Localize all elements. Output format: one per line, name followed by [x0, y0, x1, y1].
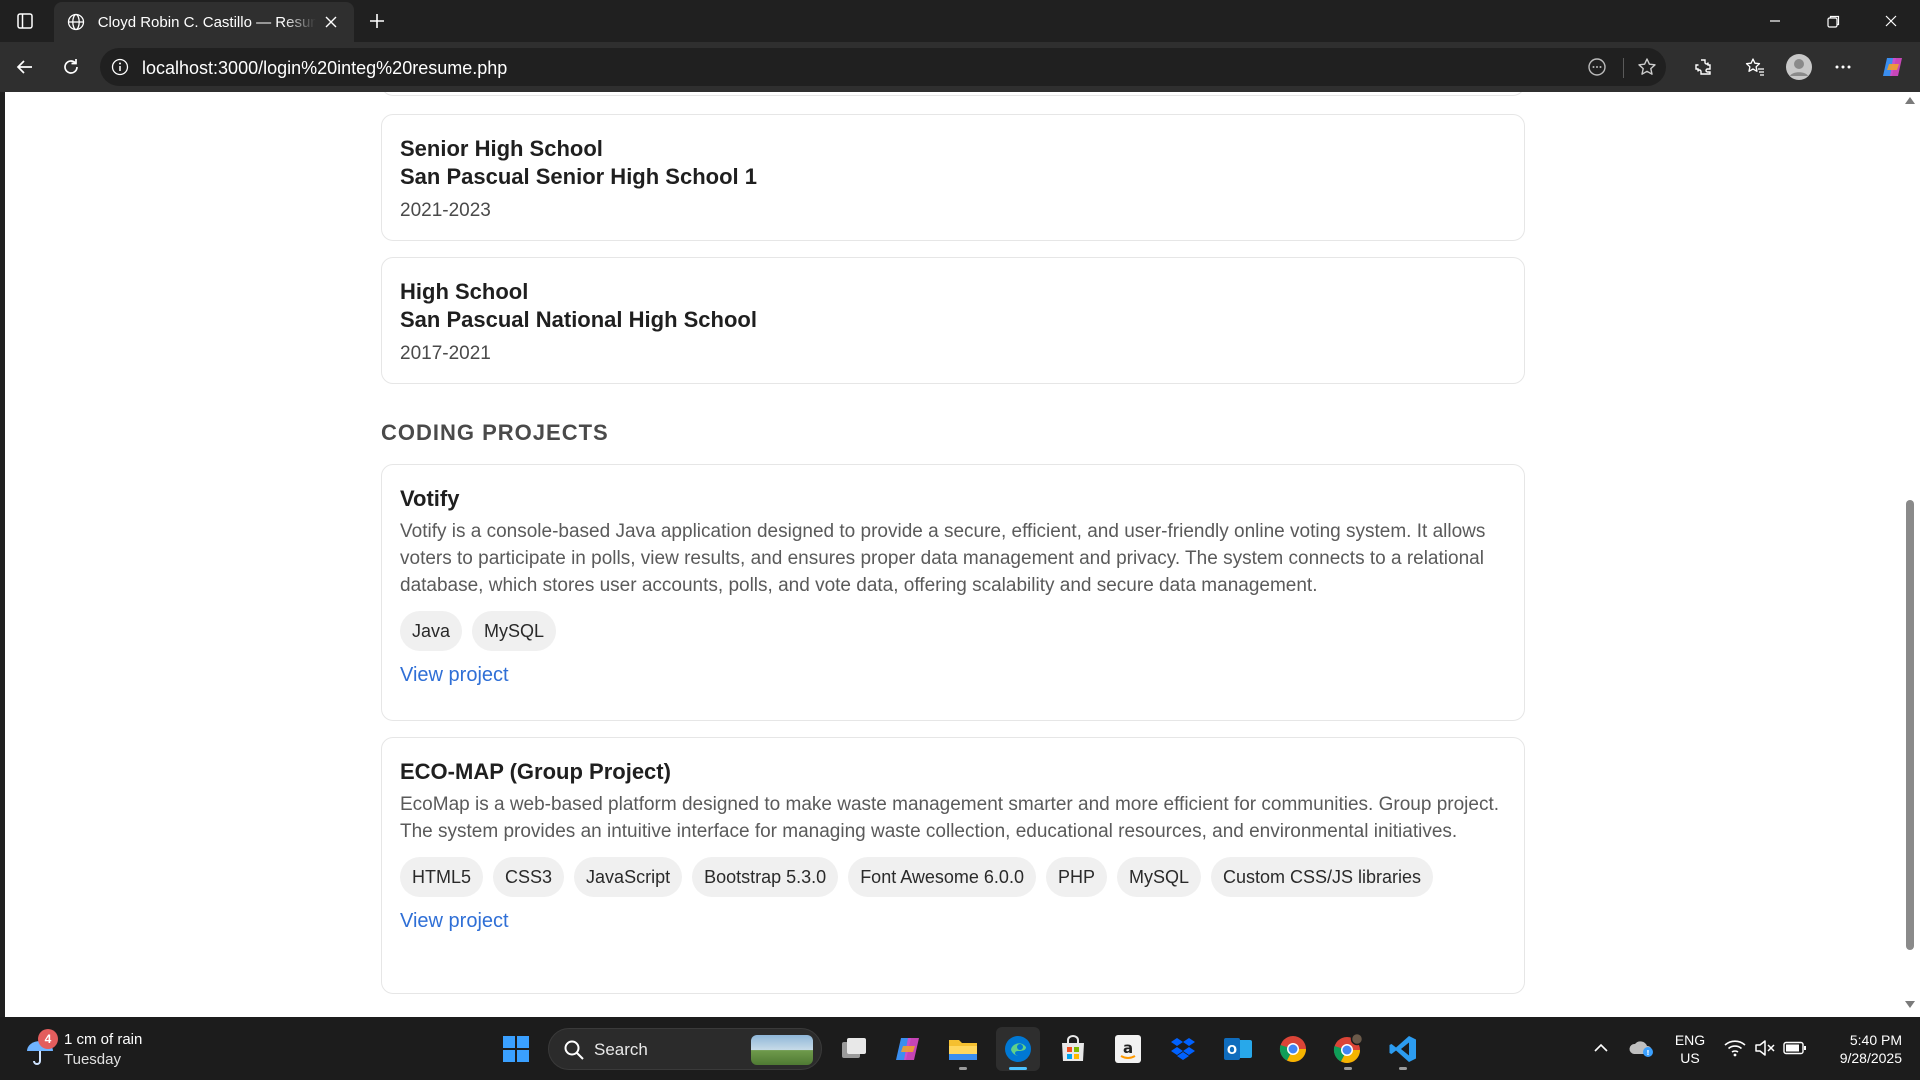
favorites-icon[interactable] — [1738, 50, 1772, 84]
tech-tag: MySQL — [472, 611, 557, 651]
address-separator — [1623, 58, 1624, 78]
address-bar[interactable]: localhost:3000/login%20integ%20resume.ph… — [100, 48, 1666, 86]
close-window-button[interactable] — [1862, 0, 1920, 42]
battery-icon[interactable] — [1782, 1031, 1808, 1065]
education-years: 2021-2023 — [400, 200, 491, 221]
tab-actions-icon[interactable] — [10, 6, 40, 36]
language-indicator[interactable]: ENG US — [1668, 1031, 1712, 1067]
vscode-icon[interactable] — [1381, 1027, 1425, 1071]
clock-date: 9/28/2025 — [1839, 1050, 1902, 1066]
weather-widget[interactable]: 4 1 cm of rain Tuesday — [20, 1029, 180, 1071]
restore-button[interactable] — [1804, 0, 1862, 42]
project-title: Votify — [400, 486, 460, 511]
tech-tag: Custom CSS/JS libraries — [1211, 857, 1434, 897]
project-card: Votify Votify is a console-based Java ap… — [381, 464, 1525, 721]
scroll-up-arrow-icon[interactable] — [1904, 96, 1916, 106]
project-card: ECO-MAP (Group Project) EcoMap is a web-… — [381, 737, 1525, 994]
favorite-star-icon[interactable] — [1632, 52, 1662, 82]
chevron-up-icon[interactable] — [1590, 1031, 1612, 1065]
dropbox-icon[interactable] — [1161, 1027, 1205, 1071]
clock-time: 5:40 PM — [1849, 1032, 1902, 1048]
project-title: ECO-MAP (Group Project) — [400, 759, 671, 784]
chrome-icon[interactable] — [1271, 1027, 1315, 1071]
scrollbar-thumb[interactable] — [1906, 500, 1914, 950]
running-indicator — [1344, 1067, 1352, 1070]
education-school: San Pascual Senior High School 1 — [400, 164, 757, 189]
copilot-icon[interactable] — [1876, 50, 1910, 84]
site-info-icon[interactable] — [110, 57, 130, 77]
system-clock[interactable]: 5:40 PM 9/28/2025 — [1812, 1031, 1902, 1067]
edge-browser-icon[interactable] — [996, 1027, 1040, 1071]
tech-tag: HTML5 — [400, 857, 484, 897]
close-icon[interactable] — [320, 11, 342, 33]
onedrive-icon[interactable]: ! — [1626, 1031, 1656, 1065]
microsoft-store-icon[interactable] — [1051, 1027, 1095, 1071]
education-card: High School San Pascual National High Sc… — [381, 257, 1525, 384]
vertical-scrollbar[interactable] — [1900, 92, 1920, 1017]
tab-title: Cloyd Robin C. Castillo — Resume — [97, 13, 317, 31]
tech-tag: JavaScript — [574, 857, 683, 897]
education-card: Senior High School San Pascual Senior Hi… — [381, 114, 1525, 241]
scroll-down-arrow-icon[interactable] — [1904, 1000, 1916, 1010]
back-arrow-icon[interactable] — [8, 50, 42, 84]
tech-tag-list: Java MySQL — [400, 611, 1506, 651]
new-tab-button[interactable] — [362, 6, 392, 36]
page-viewport[interactable]: Senior High School San Pascual Senior Hi… — [5, 92, 1900, 1017]
svg-text:O: O — [1227, 1043, 1237, 1057]
amazon-icon[interactable]: a — [1106, 1027, 1150, 1071]
wifi-icon[interactable] — [1722, 1031, 1748, 1065]
weather-day: Tuesday — [64, 1051, 121, 1068]
tech-tag-list: HTML5 CSS3 JavaScript Bootstrap 5.3.0 Fo… — [400, 857, 1506, 897]
project-description: Votify is a console-based Java applicati… — [400, 521, 1486, 596]
tech-tag: Java — [400, 611, 463, 651]
language-region: US — [1680, 1050, 1700, 1066]
search-placeholder: Search — [594, 1040, 648, 1059]
minimize-button[interactable] — [1746, 0, 1804, 42]
refresh-icon[interactable] — [54, 50, 88, 84]
language-code: ENG — [1674, 1032, 1706, 1048]
url-text[interactable]: localhost:3000/login%20integ%20resume.ph… — [142, 58, 507, 79]
browser-toolbar: localhost:3000/login%20integ%20resume.ph… — [0, 42, 1920, 92]
education-level: Senior High School — [400, 136, 603, 161]
search-highlight-image — [751, 1035, 813, 1065]
start-button[interactable] — [494, 1027, 538, 1071]
chrome-profile-icon[interactable] — [1326, 1027, 1370, 1071]
outlook-icon[interactable]: O — [1216, 1027, 1260, 1071]
project-description: EcoMap is a web-based platform designed … — [400, 794, 1500, 842]
running-indicator — [959, 1067, 967, 1070]
profile-avatar-icon[interactable] — [1782, 50, 1816, 84]
running-indicator — [1399, 1067, 1407, 1070]
tech-tag: Font Awesome 6.0.0 — [848, 857, 1036, 897]
view-project-link[interactable]: View project — [400, 661, 509, 689]
tech-tag: CSS3 — [493, 857, 565, 897]
view-project-link[interactable]: View project — [400, 907, 509, 935]
reader-mode-icon[interactable] — [1582, 52, 1612, 82]
volume-muted-icon[interactable] — [1752, 1031, 1778, 1065]
tech-tag: PHP — [1045, 857, 1107, 897]
section-heading: CODING PROJECTS — [381, 420, 609, 445]
task-view-icon[interactable] — [832, 1027, 876, 1071]
copilot-app-icon[interactable] — [886, 1027, 930, 1071]
education-school: San Pascual National High School — [400, 307, 757, 332]
active-indicator — [1009, 1067, 1027, 1070]
windows-taskbar: 4 1 cm of rain Tuesday Search a O ! ENG … — [0, 1017, 1920, 1080]
previous-card-edge — [381, 92, 1525, 96]
browser-tab[interactable]: Cloyd Robin C. Castillo — Resume — [54, 2, 354, 42]
education-level: High School — [400, 279, 529, 304]
notification-badge: 4 — [38, 1029, 58, 1049]
browser-tab-bar: Cloyd Robin C. Castillo — Resume — [0, 0, 1920, 42]
globe-icon — [66, 12, 86, 32]
taskbar-search-box[interactable]: Search — [548, 1028, 822, 1070]
education-years: 2017-2021 — [400, 343, 491, 364]
file-explorer-icon[interactable] — [941, 1027, 985, 1071]
tech-tag: Bootstrap 5.3.0 — [692, 857, 839, 897]
svg-text:!: ! — [1646, 1049, 1649, 1057]
extensions-icon[interactable] — [1686, 50, 1720, 84]
tech-tag: MySQL — [1116, 857, 1201, 897]
svg-text:a: a — [1123, 1039, 1133, 1057]
search-icon — [563, 1039, 585, 1061]
more-options-icon[interactable] — [1826, 50, 1860, 84]
weather-condition: 1 cm of rain — [64, 1031, 143, 1048]
